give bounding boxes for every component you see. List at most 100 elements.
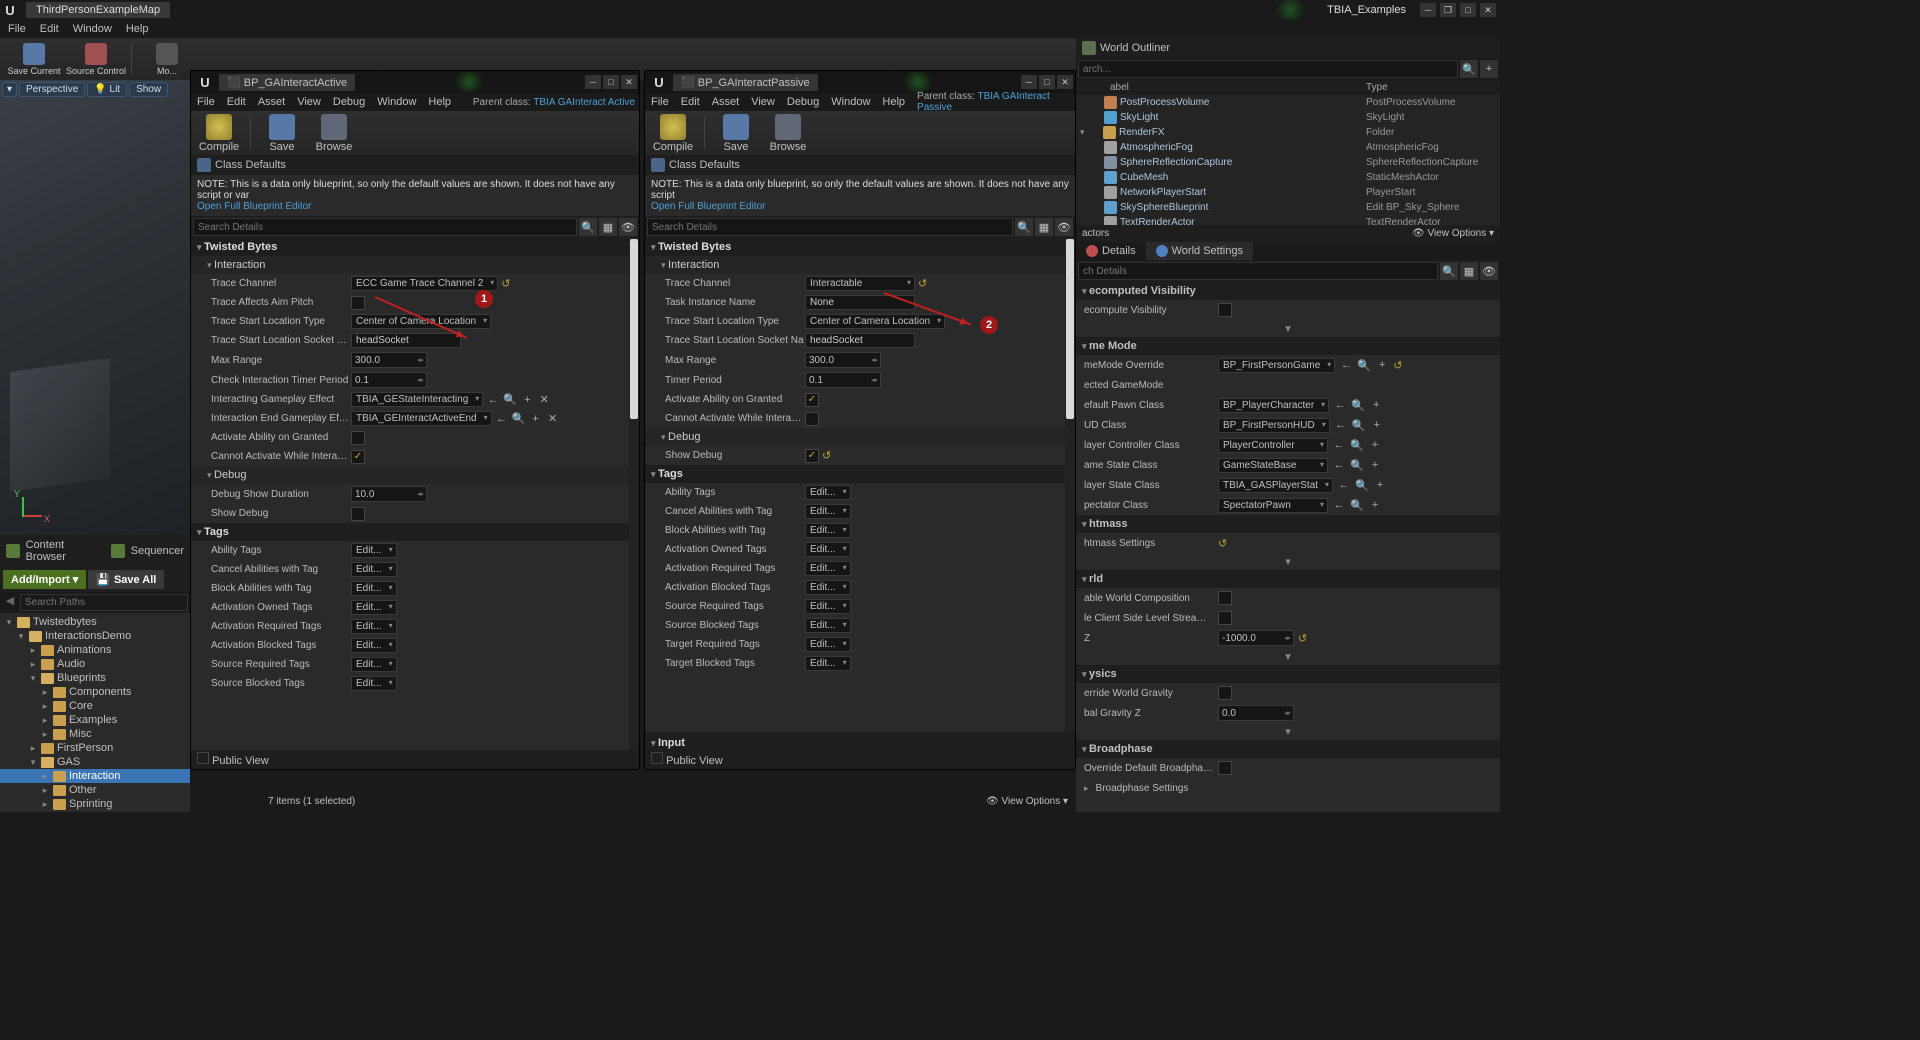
- tree-item[interactable]: ▸Examples: [0, 713, 190, 727]
- edit-dropdown[interactable]: Edit...: [351, 562, 397, 577]
- checkbox[interactable]: [351, 296, 365, 310]
- view-options-button[interactable]: 👁 View Options ▾: [986, 796, 1068, 807]
- bp-menu-item[interactable]: Window: [831, 96, 870, 108]
- add-icon[interactable]: +: [520, 393, 534, 407]
- menu-help[interactable]: Help: [126, 23, 149, 35]
- edit-dropdown[interactable]: Edit...: [805, 485, 851, 500]
- tree-item[interactable]: ▸Core: [0, 699, 190, 713]
- dropdown[interactable]: TBIA_GEInteractActiveEnd: [351, 411, 492, 426]
- dropdown[interactable]: ECC Game Trace Channel 2: [351, 276, 498, 291]
- edit-dropdown[interactable]: Edit...: [351, 676, 397, 691]
- tree-item[interactable]: ▾Twistedbytes: [0, 615, 190, 629]
- compile-button[interactable]: Compile: [195, 114, 243, 153]
- tree-item[interactable]: ▾GAS: [0, 755, 190, 769]
- search-details-input[interactable]: [647, 218, 1013, 236]
- category-twisted-bytes[interactable]: Twisted Bytes: [645, 238, 1075, 256]
- outliner-row[interactable]: AtmosphericFogAtmosphericFog: [1076, 140, 1500, 155]
- tree-item[interactable]: ▸Audio: [0, 657, 190, 671]
- browse-icon[interactable]: 🔍: [503, 393, 517, 407]
- grid-icon[interactable]: ▦: [1460, 262, 1478, 280]
- open-full-editor-link[interactable]: Open Full Blueprint Editor: [197, 201, 312, 212]
- category-input[interactable]: Input: [651, 734, 1069, 752]
- world-settings-tab[interactable]: World Settings: [1146, 242, 1253, 260]
- checkbox[interactable]: [351, 507, 365, 521]
- dropdown[interactable]: Center of Camera Location: [351, 314, 491, 329]
- tree-item[interactable]: ▸Other: [0, 783, 190, 797]
- browse-icon[interactable]: 🔍: [1351, 398, 1365, 412]
- search-icon[interactable]: 🔍: [579, 218, 597, 236]
- dropdown[interactable]: BP_FirstPersonHUD: [1218, 418, 1330, 433]
- outliner-row[interactable]: SkyLightSkyLight: [1076, 110, 1500, 125]
- menu-file[interactable]: File: [8, 23, 26, 35]
- checkbox[interactable]: [805, 412, 819, 426]
- eye-icon[interactable]: 👁: [1480, 262, 1498, 280]
- search-icon[interactable]: 🔍: [1460, 60, 1478, 78]
- spinner-input[interactable]: 0.0: [1218, 705, 1294, 721]
- checkbox[interactable]: [1218, 686, 1232, 700]
- edit-dropdown[interactable]: Edit...: [805, 656, 851, 671]
- bp-save-button[interactable]: Save: [712, 114, 760, 153]
- add-icon[interactable]: +: [1370, 418, 1384, 432]
- add-icon[interactable]: +: [1369, 398, 1383, 412]
- reset-icon[interactable]: ↺: [1218, 537, 1230, 549]
- menu-edit[interactable]: Edit: [40, 23, 59, 35]
- level-viewport[interactable]: ▾ Perspective 💡 Lit Show XY: [0, 80, 190, 535]
- checkbox[interactable]: [805, 449, 819, 463]
- use-icon[interactable]: ←: [1337, 478, 1351, 492]
- add-icon[interactable]: +: [1375, 358, 1389, 372]
- public-view-toggle[interactable]: Public View: [212, 755, 269, 767]
- add-icon[interactable]: +: [529, 412, 543, 426]
- eye-icon[interactable]: 👁: [1055, 218, 1073, 236]
- spinner-input[interactable]: 10.0: [351, 486, 427, 502]
- use-icon[interactable]: ←: [1332, 438, 1346, 452]
- checkbox[interactable]: [805, 393, 819, 407]
- use-icon[interactable]: ←: [1334, 418, 1348, 432]
- edit-dropdown[interactable]: Edit...: [805, 618, 851, 633]
- tree-item[interactable]: ▸FirstPerson: [0, 741, 190, 755]
- outliner-row[interactable]: SphereReflectionCaptureSphereReflectionC…: [1076, 155, 1500, 170]
- bp-menu-item[interactable]: View: [751, 96, 775, 108]
- details-category[interactable]: ecomputed Visibility: [1076, 282, 1500, 300]
- browse-button[interactable]: Browse: [310, 114, 358, 153]
- browse-icon[interactable]: 🔍: [1350, 458, 1364, 472]
- grid-icon[interactable]: ▦: [599, 218, 617, 236]
- search-icon[interactable]: 🔍: [1015, 218, 1033, 236]
- open-full-editor-link[interactable]: Open Full Blueprint Editor: [651, 201, 766, 212]
- browse-icon[interactable]: 🔍: [1355, 478, 1369, 492]
- bp-menu-item[interactable]: Debug: [787, 96, 819, 108]
- use-icon[interactable]: ←: [486, 393, 500, 407]
- use-icon[interactable]: ←: [1333, 398, 1347, 412]
- column-label[interactable]: abel: [1080, 82, 1366, 93]
- text-input[interactable]: [805, 295, 915, 310]
- tree-item[interactable]: ▸Components: [0, 685, 190, 699]
- tree-item[interactable]: ▸Maps: [0, 811, 190, 812]
- details-category[interactable]: htmass: [1076, 515, 1500, 533]
- bp-menu-item[interactable]: Window: [377, 96, 416, 108]
- edit-dropdown[interactable]: Edit...: [805, 504, 851, 519]
- edit-dropdown[interactable]: Edit...: [805, 542, 851, 557]
- details-category[interactable]: ysics: [1076, 665, 1500, 683]
- details-tab[interactable]: Details: [1076, 242, 1146, 260]
- ellipsis-icon[interactable]: ▾: [1076, 723, 1500, 740]
- dropdown[interactable]: GameStateBase: [1218, 458, 1328, 473]
- class-defaults-tab[interactable]: Class Defaults: [215, 159, 286, 171]
- bp-save-button[interactable]: Save: [258, 114, 306, 153]
- use-icon[interactable]: ←: [1339, 358, 1353, 372]
- browse-icon[interactable]: 🔍: [1357, 358, 1371, 372]
- browse-icon[interactable]: 🔍: [1350, 498, 1364, 512]
- tree-item[interactable]: ▾Blueprints: [0, 671, 190, 685]
- dropdown[interactable]: BP_PlayerCharacter: [1218, 398, 1329, 413]
- viewport-perspective[interactable]: Perspective: [19, 82, 85, 97]
- add-icon[interactable]: +: [1368, 498, 1382, 512]
- search-icon[interactable]: 🔍: [1440, 262, 1458, 280]
- bp-menu-item[interactable]: Help: [882, 96, 905, 108]
- tree-item[interactable]: ▸Animations: [0, 643, 190, 657]
- category-twisted-bytes[interactable]: Twisted Bytes: [191, 238, 639, 256]
- bp-close-button[interactable]: ✕: [1057, 75, 1073, 89]
- bp-tab[interactable]: ⬛ BP_GAInteractPassive: [673, 74, 818, 91]
- tree-item[interactable]: ▾InteractionsDemo: [0, 629, 190, 643]
- bp-menu-item[interactable]: Help: [428, 96, 451, 108]
- compile-button[interactable]: Compile: [649, 114, 697, 153]
- maximize-button[interactable]: □: [1460, 3, 1476, 17]
- outliner-search-input[interactable]: [1078, 60, 1458, 78]
